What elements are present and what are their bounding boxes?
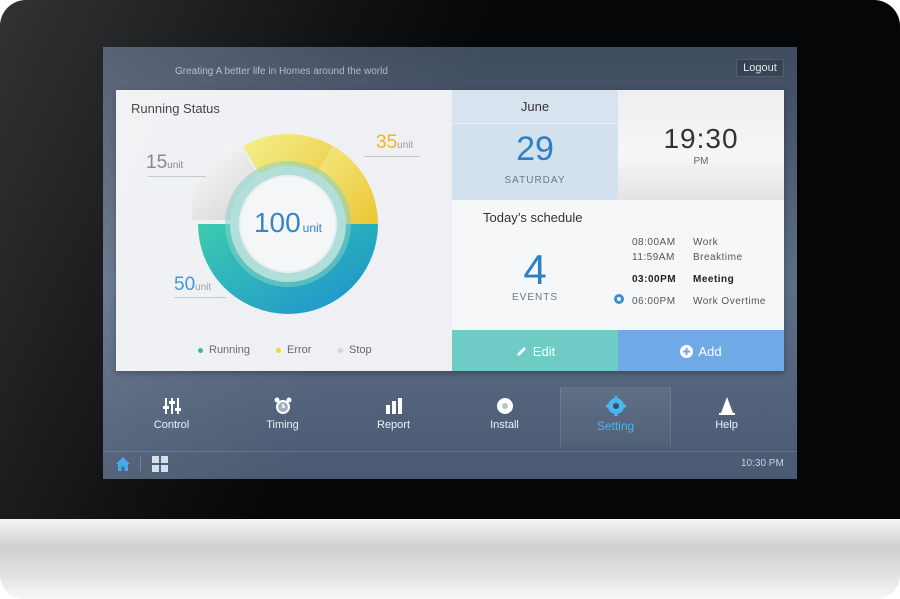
schedule-item[interactable]: 06:00PM Work Overtime xyxy=(632,296,766,307)
schedule-item[interactable]: 11:59AM Breaktime xyxy=(632,252,743,263)
events-count: 4 xyxy=(523,246,547,293)
nav-item-timing[interactable]: Timing xyxy=(227,387,338,447)
legend-dot-error xyxy=(276,347,281,353)
nav-divider xyxy=(103,451,797,452)
sliders-icon xyxy=(162,398,181,414)
edit-button[interactable]: Edit xyxy=(452,330,618,371)
legend-stop: Stop xyxy=(338,344,372,356)
disc-icon xyxy=(496,398,513,414)
home-icon[interactable] xyxy=(115,456,131,472)
footer-divider xyxy=(140,457,141,471)
device-base xyxy=(0,519,900,599)
legend-running: Running xyxy=(198,344,250,356)
stop-value-label: 15unit xyxy=(146,152,184,173)
grid-icon[interactable] xyxy=(152,456,168,472)
month-label: June xyxy=(452,90,618,124)
dashboard-card: Running Status 100 unit 15unit 35unit 50… xyxy=(116,90,784,371)
nav-item-setting[interactable]: Setting xyxy=(560,387,671,447)
legend-dot-stop xyxy=(338,347,343,353)
schedule-panel: Today’s schedule 4 EVENTS 08:00AM Work 11… xyxy=(452,200,784,330)
schedule-item[interactable]: 08:00AM Work xyxy=(632,237,718,248)
legend-dot-running xyxy=(198,347,203,353)
error-value-label: 35unit xyxy=(376,132,414,153)
footer-time: 10:30 PM xyxy=(741,458,784,469)
cone-icon xyxy=(718,397,735,415)
legend-error: Error xyxy=(276,344,311,356)
nav-item-control[interactable]: Control xyxy=(116,387,227,447)
plus-circle-icon xyxy=(680,345,694,359)
clock-panel: 19:30 PM xyxy=(618,90,784,200)
device-frame: Greating A better life in Homes around t… xyxy=(0,0,900,599)
day-number: 29 xyxy=(516,130,554,168)
screen: Greating A better life in Homes around t… xyxy=(103,47,797,479)
gear-icon xyxy=(605,396,626,416)
status-donut-chart: 100 unit xyxy=(192,133,378,314)
eye-icon xyxy=(614,294,624,304)
running-value-label: 50unit xyxy=(174,274,212,295)
events-label: EVENTS xyxy=(511,292,558,303)
schedule-item-current[interactable]: 03:00PM Meeting xyxy=(632,274,734,285)
error-leader-line xyxy=(364,156,420,157)
nav-item-help[interactable]: Help xyxy=(671,387,782,447)
stop-leader-line xyxy=(148,176,206,177)
running-leader-line xyxy=(174,297,226,298)
clock-time: 19:30 xyxy=(663,123,739,154)
bar-chart-icon xyxy=(385,398,402,414)
clock-ampm: PM xyxy=(693,156,709,167)
running-status-title: Running Status xyxy=(131,101,220,116)
bottom-nav: Control Timing Report Install Setting He… xyxy=(116,387,784,447)
weekday-label: SATURDAY xyxy=(504,175,566,186)
tagline: Greating A better life in Homes around t… xyxy=(175,66,388,77)
logout-button[interactable]: Logout xyxy=(736,59,784,77)
add-button[interactable]: Add xyxy=(618,330,784,371)
alarm-clock-icon xyxy=(274,397,291,414)
date-panel: June 29 SATURDAY xyxy=(452,90,618,200)
schedule-title: Today’s schedule xyxy=(483,210,583,225)
nav-item-report[interactable]: Report xyxy=(338,387,449,447)
running-status-panel: Running Status 100 unit 15unit 35unit 50… xyxy=(116,90,452,371)
device-bezel: Greating A better life in Homes around t… xyxy=(0,0,900,520)
pencil-icon xyxy=(516,347,526,357)
nav-item-install[interactable]: Install xyxy=(449,387,560,447)
